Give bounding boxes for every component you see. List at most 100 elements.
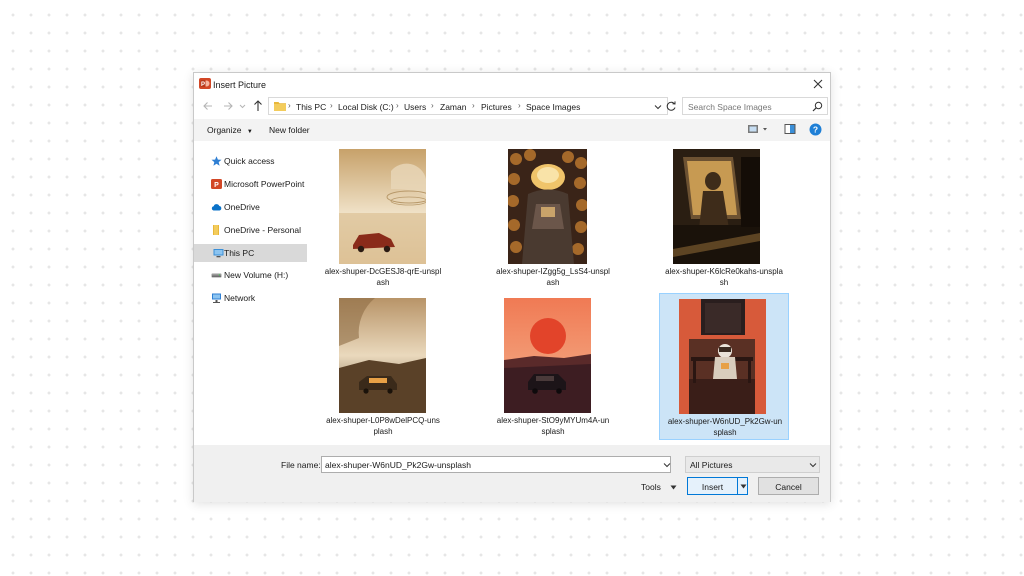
breadcrumb-this-pc[interactable]: This PC bbox=[296, 102, 326, 112]
drive-icon bbox=[211, 273, 222, 278]
new-folder-button[interactable]: New folder bbox=[269, 125, 310, 135]
insert-button[interactable]: Insert bbox=[687, 477, 748, 495]
breadcrumb-space-images[interactable]: Space Images bbox=[526, 102, 580, 112]
breadcrumb-separator: › bbox=[518, 101, 521, 110]
chevron-down-icon[interactable] bbox=[663, 462, 671, 468]
cloud-icon bbox=[211, 204, 222, 211]
breadcrumb-local-disk[interactable]: Local Disk (C:) bbox=[338, 102, 394, 112]
cancel-button-label: Cancel bbox=[775, 482, 802, 492]
file-tile[interactable]: alex-shuper-StO9yMYUm4A-un splash bbox=[488, 293, 618, 440]
breadcrumb-separator: › bbox=[288, 101, 291, 110]
recent-locations-chevron-icon[interactable] bbox=[238, 99, 247, 113]
file-name-line: splash bbox=[713, 428, 737, 437]
dialog-title: Insert Picture bbox=[213, 80, 267, 90]
file-name-input[interactable]: alex-shuper-W6nUD_Pk2Gw-unsplash bbox=[321, 456, 671, 473]
image-thumbnail bbox=[339, 149, 426, 264]
svg-text:P: P bbox=[201, 82, 205, 88]
refresh-icon[interactable] bbox=[664, 99, 678, 113]
file-name-label: alex-shuper-StO9yMYUm4A-un splash bbox=[490, 415, 616, 437]
tools-menu[interactable]: Tools bbox=[641, 482, 661, 492]
breadcrumb-pictures[interactable]: Pictures bbox=[481, 102, 512, 112]
sidebar-item-label: OneDrive bbox=[224, 202, 260, 212]
file-name-line: alex-shuper-IZgg5g_LsS4-unspl bbox=[496, 267, 610, 276]
file-tile[interactable]: alex-shuper-DcGESJ8-qrE-unspl ash bbox=[318, 144, 448, 291]
up-arrow-icon[interactable] bbox=[252, 99, 264, 113]
sidebar-item-microsoft-powerpoint[interactable]: P Microsoft PowerPoint bbox=[194, 175, 307, 193]
address-row: › This PC › Local Disk (C:) › Users › Za… bbox=[194, 97, 830, 115]
file-name-label: alex-shuper-IZgg5g_LsS4-unspl ash bbox=[490, 266, 616, 288]
insert-picture-dialog: P Insert Picture › This PC › Local Disk … bbox=[193, 72, 831, 502]
file-tile[interactable]: alex-shuper-L0P8wDelPCQ-uns plash bbox=[318, 293, 448, 440]
sidebar-item-label: Microsoft PowerPoint bbox=[224, 179, 305, 189]
file-name-field-label: File name: bbox=[281, 460, 321, 470]
command-toolbar: Organize ▼ New folder ? bbox=[194, 119, 830, 141]
powerpoint-icon: P bbox=[211, 179, 222, 189]
breadcrumb-separator: › bbox=[330, 101, 333, 110]
address-bar[interactable]: › This PC › Local Disk (C:) › Users › Za… bbox=[268, 97, 668, 115]
navigation-pane: Quick access P Microsoft PowerPoint OneD… bbox=[194, 141, 307, 445]
close-icon[interactable] bbox=[810, 76, 826, 92]
caret-down-icon[interactable] bbox=[670, 485, 677, 490]
sidebar-item-onedrive-personal[interactable]: OneDrive - Personal bbox=[194, 221, 307, 239]
breadcrumb-users[interactable]: Users bbox=[404, 102, 426, 112]
file-tile[interactable]: alex-shuper-IZgg5g_LsS4-unspl ash bbox=[488, 144, 618, 291]
chevron-down-icon[interactable] bbox=[809, 462, 817, 468]
sidebar-item-network[interactable]: Network bbox=[194, 289, 307, 307]
breadcrumb-separator: › bbox=[472, 101, 475, 110]
file-name-line: alex-shuper-K6lcRe0kahs-unspla bbox=[665, 267, 783, 276]
file-grid: alex-shuper-DcGESJ8-qrE-unspl ash alex-s… bbox=[307, 141, 830, 445]
search-placeholder: Search Space Images bbox=[688, 102, 772, 112]
image-thumbnail bbox=[339, 298, 426, 413]
insert-button-label: Insert bbox=[701, 482, 724, 492]
image-thumbnail bbox=[508, 149, 587, 264]
search-box[interactable]: Search Space Images bbox=[682, 97, 828, 115]
file-name-line: plash bbox=[373, 427, 393, 436]
folder-icon bbox=[274, 102, 286, 111]
title-bar: P Insert Picture bbox=[194, 73, 830, 95]
search-icon[interactable] bbox=[812, 101, 823, 112]
address-dropdown-icon[interactable] bbox=[653, 103, 663, 111]
folder-icon bbox=[213, 225, 219, 235]
sidebar-item-onedrive[interactable]: OneDrive bbox=[194, 198, 307, 216]
sidebar-item-new-volume[interactable]: New Volume (H:) bbox=[194, 266, 307, 284]
svg-text:P: P bbox=[214, 182, 219, 189]
file-name-label: alex-shuper-DcGESJ8-qrE-unspl ash bbox=[320, 266, 446, 288]
split-divider bbox=[737, 478, 738, 494]
file-name-label: alex-shuper-L0P8wDelPCQ-uns plash bbox=[320, 415, 446, 437]
help-icon[interactable]: ? bbox=[809, 123, 822, 136]
organize-menu[interactable]: Organize ▼ bbox=[207, 125, 253, 135]
file-name-line: ash bbox=[376, 278, 390, 287]
image-thumbnail bbox=[504, 298, 591, 413]
chevron-down-icon: ▼ bbox=[246, 129, 253, 135]
computer-icon bbox=[213, 249, 224, 258]
preview-pane-icon[interactable] bbox=[784, 123, 796, 135]
file-name-label: alex-shuper-K6lcRe0kahs-unspla sh bbox=[661, 266, 787, 288]
breadcrumb-zaman[interactable]: Zaman bbox=[440, 102, 466, 112]
file-name-line: alex-shuper-StO9yMYUm4A-un bbox=[496, 416, 610, 425]
forward-arrow-icon[interactable] bbox=[222, 99, 234, 113]
file-name-line: alex-shuper-DcGESJ8-qrE-unspl bbox=[324, 267, 442, 276]
caret-down-icon[interactable] bbox=[740, 484, 747, 489]
svg-text:?: ? bbox=[813, 125, 818, 135]
file-footer: File name: alex-shuper-W6nUD_Pk2Gw-unspl… bbox=[194, 445, 830, 502]
back-arrow-icon[interactable] bbox=[202, 99, 214, 113]
image-thumbnail bbox=[673, 149, 760, 264]
file-name-line: alex-shuper-L0P8wDelPCQ-uns bbox=[326, 416, 440, 425]
file-name-label: alex-shuper-W6nUD_Pk2Gw-un splash bbox=[662, 416, 788, 438]
cancel-button[interactable]: Cancel bbox=[758, 477, 819, 495]
file-tile[interactable]: alex-shuper-K6lcRe0kahs-unspla sh bbox=[659, 144, 789, 291]
sidebar-item-this-pc[interactable]: This PC bbox=[194, 244, 307, 262]
image-thumbnail bbox=[679, 299, 766, 414]
sidebar-item-label: Quick access bbox=[224, 156, 275, 166]
file-tile-selected[interactable]: alex-shuper-W6nUD_Pk2Gw-un splash bbox=[659, 293, 789, 440]
sidebar-item-label: OneDrive - Personal bbox=[224, 225, 302, 235]
view-options-icon[interactable] bbox=[747, 123, 769, 135]
organize-label: Organize bbox=[207, 125, 242, 135]
sidebar-item-quick-access[interactable]: Quick access bbox=[194, 152, 307, 170]
file-name-line: splash bbox=[541, 427, 565, 436]
file-type-select[interactable]: All Pictures bbox=[685, 456, 820, 473]
file-name-line: sh bbox=[719, 278, 729, 287]
breadcrumb-separator: › bbox=[396, 101, 399, 110]
star-icon bbox=[211, 156, 222, 166]
file-name-line: ash bbox=[546, 278, 560, 287]
